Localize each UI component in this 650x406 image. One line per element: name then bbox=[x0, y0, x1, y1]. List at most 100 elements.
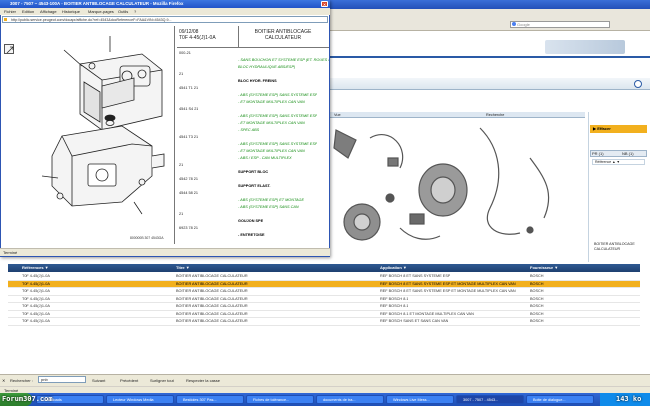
part-line: - ET MONTAGE MULTIPLEX CAN VAN bbox=[238, 149, 305, 153]
taskbar-item[interactable]: Fiches de tolérance... bbox=[246, 395, 314, 404]
menu-fichier[interactable]: Fichier bbox=[4, 8, 16, 15]
part-line: - ABS (SYSTEME ESP) SANS CAN bbox=[238, 205, 299, 209]
parts-exploded-view[interactable] bbox=[330, 118, 585, 256]
menu-edition[interactable]: Edition bbox=[22, 8, 34, 15]
cell-supplier: BOSCH bbox=[530, 296, 544, 301]
cell-supplier: BOSCH bbox=[530, 281, 544, 286]
tab-pr[interactable]: PR (1) bbox=[592, 151, 604, 156]
find-prev-button[interactable]: Précédent bbox=[120, 375, 138, 386]
part-line: 21 bbox=[179, 212, 184, 216]
table-row[interactable]: T0F 4-45(J)1-0A BOITIER ANTIBLOCAGE CALCU… bbox=[8, 296, 640, 303]
home-icon[interactable] bbox=[634, 80, 642, 88]
popup-url-field[interactable]: http://public.service.peugeot.com/docapr… bbox=[2, 16, 328, 23]
part-line: - ABS / ESP - CAN MULTIPLEX bbox=[238, 156, 292, 160]
menu-outils[interactable]: Outils bbox=[118, 8, 128, 15]
part-line: 4541 T3 21 bbox=[179, 135, 199, 139]
table-row[interactable]: T0F 4-45(J)1-0A BOITIER ANTIBLOCAGE CALCU… bbox=[8, 280, 640, 288]
menu-historique[interactable]: Historique bbox=[62, 8, 80, 15]
cell-application: REF BOSCH 8.1 bbox=[380, 296, 409, 301]
part-line: - ENTRETOISE bbox=[238, 233, 265, 237]
status-bar: Terminé bbox=[0, 386, 650, 393]
col-header-references[interactable]: Références ▼ bbox=[22, 264, 49, 272]
table-row[interactable]: T0F 4-45(J)1-0A BOITIER ANTIBLOCAGE CALCU… bbox=[8, 303, 640, 311]
site-logo bbox=[545, 40, 625, 54]
cell-reference: T0F 4-45(J)1-0A bbox=[22, 304, 50, 308]
part-line: BLOC HYDRAULIQUE ABS/ESP) bbox=[238, 65, 296, 69]
diagram-code: 800000B 307 4543GA bbox=[130, 236, 164, 240]
brake-parts-illustration bbox=[333, 127, 550, 241]
part-line: - ABS (SYSTEME ESP) SANS SYSTEME ESP bbox=[238, 114, 318, 118]
part-line: - SPEC ABS bbox=[238, 128, 260, 132]
cell-reference: T0F 4-45(J)1-0A bbox=[22, 274, 50, 278]
taskbar-item[interactable]: Boite de dialogue... bbox=[526, 395, 594, 404]
find-bar: ✕ Rechercher : Suivant Précédent Surlign… bbox=[0, 374, 650, 386]
cell-application: REF BOSCH 8 ET SANS SYSTEME ESP ET MONTA… bbox=[380, 289, 516, 293]
popup-titlebar: 3007 - 7507 ~ 4543-100A - BOITIER ANTIBL… bbox=[0, 0, 330, 8]
part-line: SUPPORT BLOC bbox=[238, 170, 269, 174]
cell-reference: T0F 4-45(J)1-0A bbox=[22, 311, 50, 316]
close-icon[interactable]: ✕ bbox=[321, 1, 328, 7]
menu-marque-pages[interactable]: Marque-pages bbox=[88, 8, 114, 15]
header-divider bbox=[330, 56, 650, 58]
cell-supplier: BOSCH bbox=[530, 289, 544, 293]
cell-application: REF BOSCH SANS ET SANS CAN VAN bbox=[380, 319, 449, 323]
col-header-application[interactable]: Application ▼ bbox=[380, 264, 407, 272]
part-line: 000-21 bbox=[179, 51, 191, 55]
part-line: SUPPORT ELAST. bbox=[238, 184, 271, 188]
clear-button[interactable]: ▶ Effacer bbox=[590, 125, 647, 133]
cell-reference: T0F 4-45(J)1-0A bbox=[22, 289, 50, 293]
taskbar-item[interactable]: Windows Live Mess... bbox=[386, 395, 454, 404]
highlight-all-button[interactable]: Surligner tout bbox=[150, 375, 174, 386]
table-row[interactable]: T0F 4-45(J)1-0A BOITIER ANTIBLOCAGE CALCU… bbox=[8, 318, 640, 326]
diagram-tool-icon[interactable] bbox=[4, 44, 14, 54]
part-line: - SANS BOUCHON ET SYSTEME ESP (ET. ROUES… bbox=[238, 58, 329, 62]
search-input[interactable]: Google bbox=[510, 21, 610, 28]
cell-title: BOITIER ANTIBLOCAGE CALCULATEUR bbox=[176, 304, 248, 308]
cell-title: BOITIER ANTIBLOCAGE CALCULATEUR bbox=[176, 289, 248, 293]
part-title-line2: CALCULATEUR bbox=[264, 35, 302, 41]
reference-sort-header[interactable]: Référence ▲ ▼ bbox=[592, 159, 645, 165]
cell-supplier: BOSCH bbox=[530, 319, 544, 323]
match-case-checkbox[interactable]: Respecter la casse bbox=[186, 375, 220, 386]
part-line: 4544 58 21 bbox=[179, 191, 199, 195]
popup-status-bar: Terminé bbox=[0, 248, 330, 256]
menu-help[interactable]: ? bbox=[134, 8, 136, 15]
cell-title: BOITIER ANTIBLOCAGE CALCULATEUR bbox=[176, 311, 248, 316]
table-row[interactable]: T0F 4-45(J)1-0A BOITIER ANTIBLOCAGE CALCU… bbox=[8, 288, 640, 296]
cell-application: REF BOSCH 8.1 ET MONTAGE MULTIPLEX CAN V… bbox=[380, 311, 474, 316]
taskbar-item[interactable]: documents de tra... bbox=[316, 395, 384, 404]
page-icon bbox=[4, 18, 7, 21]
cell-title: BOITIER ANTIBLOCAGE CALCULATEUR bbox=[176, 274, 248, 278]
find-next-button[interactable]: Suivant bbox=[92, 375, 105, 386]
part-line: BLOC HYDR. FREINS bbox=[238, 79, 277, 83]
cell-application: REF BOSCH 8 ET SANS SYSTEME ESP bbox=[380, 274, 451, 278]
tab-nb[interactable]: NB (1) bbox=[622, 151, 634, 156]
header-divider-line bbox=[238, 26, 239, 48]
table-row[interactable]: T0F 4-45(J)1-0A BOITIER ANTIBLOCAGE CALCU… bbox=[8, 273, 640, 281]
taskbar-item[interactable]: Bestioles 307 Pas... bbox=[176, 395, 244, 404]
selected-part-caption: BOITIER ANTIBLOCAGE CALCULATEUR bbox=[594, 242, 635, 251]
table-row[interactable]: T0F 4-45(J)1-0A BOITIER ANTIBLOCAGE CALCU… bbox=[8, 311, 640, 318]
col-header-title[interactable]: Titre ▼ bbox=[176, 264, 190, 272]
cell-supplier: BOSCH bbox=[530, 304, 544, 308]
cell-application: REF BOSCH 8.1 bbox=[380, 304, 409, 308]
find-input[interactable]: pnb bbox=[38, 376, 86, 383]
part-line: 4541 S4 21 bbox=[179, 107, 199, 111]
cell-title: BOITIER ANTIBLOCAGE CALCULATEUR bbox=[176, 296, 248, 301]
google-icon bbox=[512, 22, 516, 26]
menu-affichage[interactable]: Affichage bbox=[40, 8, 57, 15]
cell-reference: T0F 4-45(J)1-0A bbox=[22, 296, 50, 301]
popup-menu-bar: Fichier Edition Affichage Historique Mar… bbox=[0, 8, 330, 15]
part-line: GOUJON SPE bbox=[238, 219, 264, 223]
part-reference: T0F 4-45(J)1-0A bbox=[179, 35, 216, 41]
site-nav-bar bbox=[330, 78, 650, 90]
part-line: 6923 78 21 bbox=[179, 226, 199, 230]
cell-reference: T0F 4-45(J)1-0A bbox=[22, 319, 50, 323]
taskbar-item[interactable]: Lecteur Windows Media bbox=[106, 395, 174, 404]
col-header-supplier[interactable]: Fournisseur ▼ bbox=[530, 264, 558, 272]
close-find-icon[interactable]: ✕ bbox=[2, 375, 5, 386]
part-line: 4541 T1 21 bbox=[179, 86, 199, 90]
selection-panel bbox=[588, 112, 648, 262]
cell-title: BOITIER ANTIBLOCAGE CALCULATEUR bbox=[176, 319, 248, 323]
taskbar-item[interactable]: 3007 - 7507 - 4543... bbox=[456, 395, 524, 404]
